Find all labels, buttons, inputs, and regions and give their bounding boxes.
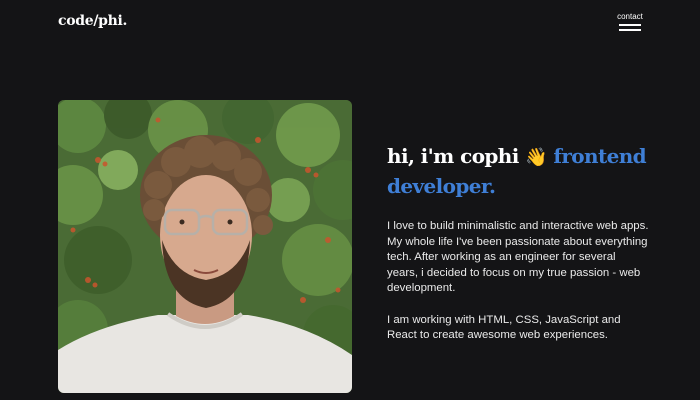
- waving-hand-icon: 👋: [525, 147, 547, 168]
- menu-label: contact: [617, 12, 643, 21]
- contact-menu-button[interactable]: contact: [612, 12, 648, 34]
- site-logo[interactable]: code/phi.: [58, 13, 127, 29]
- bio-text: I love to build minimalistic and interac…: [387, 219, 649, 359]
- bio-paragraph: I love to build minimalistic and interac…: [387, 220, 649, 295]
- profile-photo: [58, 100, 352, 393]
- hero-headline: hi, i'm cophi 👋 frontend developer.: [387, 142, 667, 201]
- greeting-text: hi, i'm cophi: [387, 144, 519, 168]
- page: code/phi. contact hi, i'm cophi 👋 fronte…: [0, 0, 700, 400]
- hamburger-icon: [619, 24, 641, 31]
- portrait-illustration: [58, 100, 352, 393]
- bio-paragraph: I am working with HTML, CSS, JavaScript …: [387, 313, 621, 342]
